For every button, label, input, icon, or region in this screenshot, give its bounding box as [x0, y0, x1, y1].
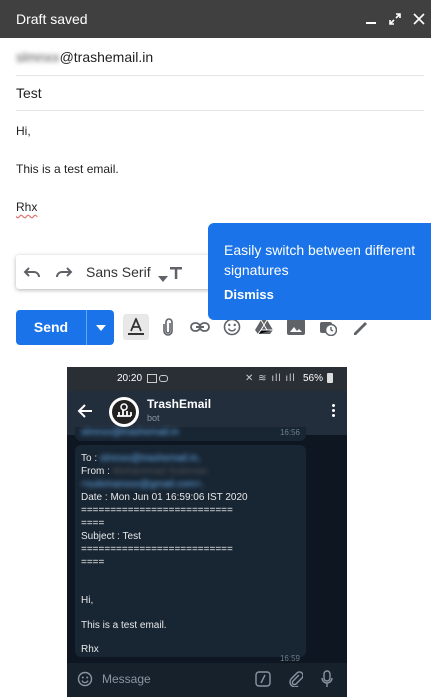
separator-1: ========================== [81, 505, 233, 516]
from-name: Mohammad Suleman [112, 466, 208, 477]
send-button[interactable]: Send [16, 310, 114, 345]
message-time: 16:59 [279, 654, 300, 663]
recipient-prefix: slmnxx [16, 49, 60, 65]
to-label: To : [81, 453, 100, 464]
date-line: Date : Mon Jun 01 16:59:06 IST 2020 [81, 492, 248, 503]
send-label: Send [33, 319, 69, 335]
email-signature: Rhx [81, 644, 99, 655]
recipients-field[interactable]: slmnxx@trashemail.in [16, 38, 424, 76]
text-size-icon[interactable] [166, 255, 186, 289]
redo-icon[interactable] [48, 255, 80, 289]
attach-icon[interactable] [152, 312, 184, 342]
from-email: <sulemanxxx@gmail.com>, [81, 479, 204, 490]
chat-title: TrashEmail [147, 397, 212, 411]
email-message-bubble: To : slmnxx@trashemail.in, From : Mohamm… [75, 445, 306, 663]
font-select-label: Sans Serif [86, 264, 151, 280]
previous-message: slmnxx@trashemail.in 16:56 [75, 427, 306, 441]
font-select[interactable]: Sans Serif [86, 264, 168, 282]
phone-battery: 56% [303, 373, 324, 384]
signature-tooltip: Easily switch between different signatur… [208, 223, 431, 320]
to-value: slmnxx@trashemail.in, [99, 453, 201, 464]
formatting-toolbar: Sans Serif [16, 255, 216, 289]
undo-icon[interactable] [16, 255, 48, 289]
chevron-down-icon [158, 269, 168, 285]
dismiss-button[interactable]: Dismiss [224, 287, 274, 302]
sync-icon [159, 375, 168, 382]
gallery-icon [147, 374, 157, 383]
signal-icons: ✕ ≋ ıll ıll [245, 373, 296, 384]
phone-time: 20:20 [117, 373, 143, 384]
message-input[interactable]: Message [102, 672, 151, 686]
battery-icon [327, 373, 333, 383]
minimize-icon[interactable] [359, 7, 383, 31]
formatting-options-icon[interactable] [120, 312, 152, 342]
separator-1b: ==== [81, 518, 105, 529]
expand-icon[interactable] [383, 7, 407, 31]
more-options-icon[interactable] [332, 404, 335, 417]
subject-field[interactable]: Test [16, 75, 424, 111]
compose-header: Draft saved [0, 0, 431, 38]
previous-message-time: 16:56 [279, 428, 300, 437]
separator-2b: ==== [81, 557, 105, 568]
inline-phone-screenshot: 20:20 ✕ ≋ ıll ıll 56% TrashEmail bot slm… [67, 367, 347, 697]
email-line: This is a test email. [81, 620, 167, 631]
microphone-icon[interactable] [321, 670, 333, 691]
subject-line: Subject : Test [81, 531, 141, 542]
separator-2: ========================== [81, 544, 233, 555]
bot-avatar [109, 397, 139, 427]
bot-command-icon[interactable] [255, 671, 271, 690]
recipient-domain: @trashemail.in [59, 49, 154, 65]
email-greeting: Hi, [81, 595, 94, 606]
phone-status-bar: 20:20 ✕ ≋ ıll ıll 56% [67, 367, 347, 391]
compose-title: Draft saved [16, 11, 88, 27]
body-greeting: Hi, [16, 124, 31, 138]
close-icon[interactable] [407, 7, 431, 31]
chat-subtitle: bot [147, 413, 160, 423]
send-options-icon[interactable] [87, 310, 114, 345]
from-label: From : [81, 466, 113, 477]
previous-message-text: slmnxx@trashemail.in [81, 427, 179, 438]
tooltip-message: Easily switch between different signatur… [224, 242, 416, 278]
body-line: This is a test email. [16, 162, 119, 176]
chat-area: slmnxx@trashemail.in 16:56 To : slmnxx@t… [67, 427, 347, 663]
back-arrow-icon[interactable] [77, 403, 93, 424]
emoji-icon[interactable] [77, 671, 93, 690]
subject-value: Test [16, 85, 42, 101]
message-input-bar[interactable]: Message [67, 663, 347, 697]
body-signature: Rhx [16, 200, 38, 214]
attach-icon[interactable] [289, 671, 304, 690]
